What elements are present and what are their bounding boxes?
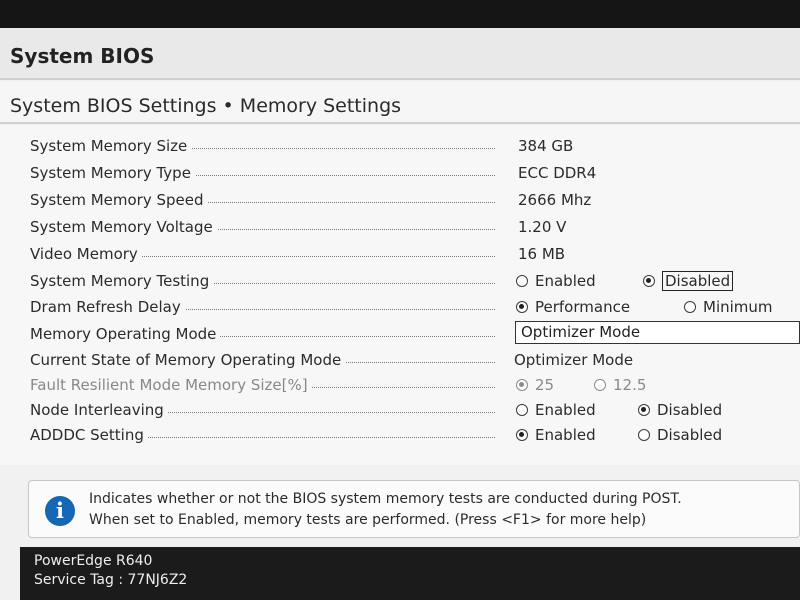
page-title: System BIOS Settings • Memory Settings: [10, 95, 402, 117]
node-interleaving-radio-group: Enabled Disabled: [516, 400, 798, 420]
setting-value: 1.20 V: [518, 218, 567, 236]
setting-value: 16 MB: [518, 245, 566, 263]
monitor-bezel: [0, 0, 800, 28]
setting-value: 2666 Mhz: [518, 191, 592, 209]
dram-refresh-radio-group: Performance Minimum: [516, 297, 798, 317]
setting-label: System Memory Type: [30, 164, 495, 182]
node-interleaving-disabled-radio[interactable]: Disabled: [638, 400, 722, 420]
setting-label: System Memory Size: [30, 137, 495, 155]
setting-row-system-memory-size: System Memory Size 384 GB: [0, 133, 800, 157]
fault-resilient-25-radio: 25: [516, 375, 554, 395]
title-bar: System BIOS: [0, 28, 800, 80]
setting-label: System Memory Speed: [30, 191, 495, 209]
memory-testing-radio-group: Enabled Disabled: [516, 271, 798, 291]
server-model: PowerEdge R640: [34, 553, 153, 569]
setting-row-dram-refresh-delay: Dram Refresh Delay Performance Minimum: [0, 294, 800, 318]
radio-button-icon: [516, 275, 528, 287]
setting-label: Node Interleaving: [30, 401, 495, 419]
setting-row-system-memory-type: System Memory Type ECC DDR4: [0, 160, 800, 184]
page-header: System BIOS Settings • Memory Settings: [0, 82, 800, 124]
setting-value: Optimizer Mode: [514, 351, 634, 369]
help-panel: i Indicates whether or not the BIOS syst…: [28, 480, 800, 538]
dram-refresh-performance-radio[interactable]: Performance: [516, 297, 630, 317]
system-footer: PowerEdge R640 Service Tag : 77NJ6Z2: [20, 547, 800, 600]
adddc-radio-group: Enabled Disabled: [516, 425, 798, 445]
fault-resilient-12-5-radio: 12.5: [594, 375, 646, 395]
setting-label: Dram Refresh Delay: [30, 298, 495, 316]
radio-label: Performance: [535, 298, 631, 316]
radio-label: Enabled: [535, 426, 596, 444]
radio-button-icon: [643, 275, 655, 287]
setting-label-disabled: Fault Resilient Mode Memory Size[%]: [30, 376, 495, 394]
radio-label: 25: [535, 376, 555, 394]
radio-button-icon: [638, 429, 650, 441]
radio-button-icon: [638, 404, 650, 416]
radio-label-focused: Disabled: [662, 271, 734, 291]
node-interleaving-enabled-radio[interactable]: Enabled: [516, 400, 596, 420]
help-text: Indicates whether or not the BIOS system…: [89, 489, 789, 531]
service-tag: Service Tag : 77NJ6Z2: [34, 572, 188, 588]
setting-row-video-memory: Video Memory 16 MB: [0, 241, 800, 265]
bios-screen: System BIOS System BIOS Settings • Memor…: [0, 0, 800, 600]
app-title: System BIOS: [10, 44, 155, 68]
memory-testing-enabled-radio[interactable]: Enabled: [516, 271, 596, 291]
help-line-1: Indicates whether or not the BIOS system…: [89, 491, 682, 507]
setting-label: Video Memory: [30, 245, 495, 263]
radio-label: Minimum: [703, 298, 773, 316]
radio-button-icon: [516, 429, 528, 441]
radio-button-icon: [594, 379, 606, 391]
radio-button-icon: [516, 404, 528, 416]
adddc-disabled-radio[interactable]: Disabled: [638, 425, 722, 445]
setting-label: Memory Operating Mode: [30, 325, 495, 343]
info-icon: i: [45, 496, 75, 526]
setting-label: Current State of Memory Operating Mode: [30, 351, 495, 369]
memory-operating-mode-select[interactable]: Optimizer Mode: [515, 321, 800, 344]
radio-label: Enabled: [535, 272, 596, 290]
setting-row-adddc-setting: ADDDC Setting Enabled Disabled: [0, 422, 800, 446]
setting-label: ADDDC Setting: [30, 426, 495, 444]
setting-row-system-memory-voltage: System Memory Voltage 1.20 V: [0, 214, 800, 238]
setting-row-memory-operating-mode: Memory Operating Mode Optimizer Mode: [0, 321, 800, 345]
dram-refresh-minimum-radio[interactable]: Minimum: [684, 297, 773, 317]
radio-button-icon: [516, 379, 528, 391]
fault-resilient-radio-group: 25 12.5: [516, 375, 798, 395]
radio-label: Disabled: [657, 401, 723, 419]
setting-row-fault-resilient-memory-size: Fault Resilient Mode Memory Size[%] 25 1…: [0, 372, 800, 396]
setting-row-node-interleaving: Node Interleaving Enabled Disabled: [0, 397, 800, 421]
setting-label: System Memory Testing: [30, 272, 495, 290]
setting-row-system-memory-testing: System Memory Testing Enabled Disabled: [0, 268, 800, 292]
help-line-2: When set to Enabled, memory tests are pe…: [89, 512, 647, 528]
radio-label: Disabled: [657, 426, 723, 444]
memory-settings-list: System Memory Size 384 GB System Memory …: [0, 125, 800, 465]
adddc-enabled-radio[interactable]: Enabled: [516, 425, 596, 445]
radio-label: 12.5: [613, 376, 647, 394]
memory-testing-disabled-radio[interactable]: Disabled: [643, 271, 734, 291]
radio-button-icon: [516, 301, 528, 313]
setting-value: ECC DDR4: [518, 164, 597, 182]
radio-button-icon: [684, 301, 696, 313]
setting-value: 384 GB: [518, 137, 574, 155]
setting-label: System Memory Voltage: [30, 218, 495, 236]
radio-label: Enabled: [535, 401, 596, 419]
setting-row-system-memory-speed: System Memory Speed 2666 Mhz: [0, 187, 800, 211]
setting-row-current-memory-operating-mode: Current State of Memory Operating Mode O…: [0, 347, 800, 371]
